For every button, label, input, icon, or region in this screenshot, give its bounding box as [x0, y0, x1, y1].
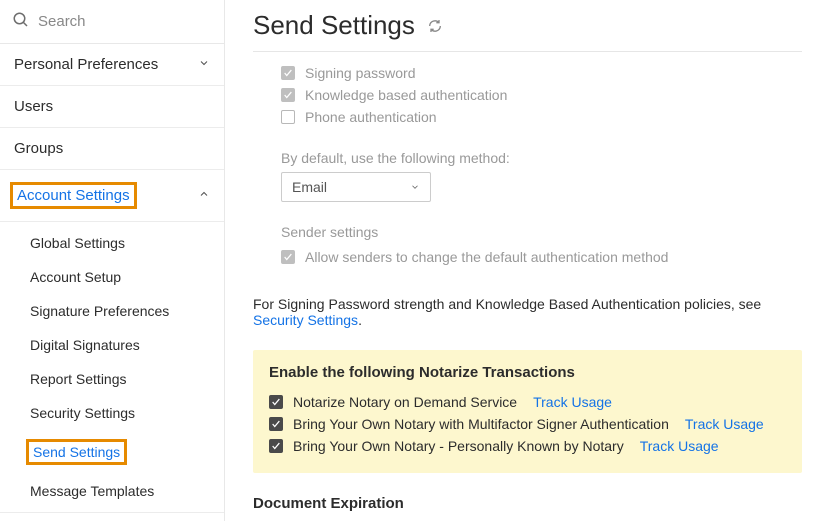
track-usage-link-3[interactable]: Track Usage [640, 438, 719, 454]
search-icon [12, 11, 30, 32]
phone-auth-row: Phone authentication [281, 106, 802, 128]
notarize-opt3-checkbox[interactable] [269, 439, 283, 453]
notarize-opt2-checkbox[interactable] [269, 417, 283, 431]
signing-password-checkbox[interactable] [281, 66, 295, 80]
phone-auth-checkbox[interactable] [281, 110, 295, 124]
kba-label: Knowledge based authentication [305, 87, 507, 103]
sidebar-subitem-report-settings[interactable]: Report Settings [0, 362, 224, 396]
sidebar-subitem-global-settings[interactable]: Global Settings [0, 226, 224, 260]
sidebar-subitem-message-templates[interactable]: Message Templates [0, 474, 224, 508]
main-content: Send Settings Signing password Knowledge… [225, 0, 830, 521]
sidebar-item-users[interactable]: Users [0, 86, 224, 128]
document-expiration-heading: Document Expiration [253, 495, 802, 512]
sidebar-subitem-account-setup[interactable]: Account Setup [0, 260, 224, 294]
auth-methods-section: Signing password Knowledge based authent… [253, 62, 802, 268]
chevron-down-icon [410, 179, 420, 195]
sidebar-item-personal-preferences[interactable]: Personal Preferences [0, 44, 224, 86]
notarize-opt1-checkbox[interactable] [269, 395, 283, 409]
allow-senders-checkbox[interactable] [281, 250, 295, 264]
notarize-heading: Enable the following Notarize Transactio… [269, 364, 786, 381]
notarize-opt1-label: Notarize Notary on Demand Service [293, 394, 517, 410]
allow-senders-label: Allow senders to change the default auth… [305, 249, 668, 265]
track-usage-link-1[interactable]: Track Usage [533, 394, 612, 410]
sender-settings-label: Sender settings [281, 224, 802, 240]
sidebar-subitem-digital-signatures[interactable]: Digital Signatures [0, 328, 224, 362]
default-method-select[interactable]: Email [281, 172, 431, 202]
sidebar-item-groups[interactable]: Groups [0, 128, 224, 170]
notarize-transactions-block: Enable the following Notarize Transactio… [253, 350, 802, 473]
sidebar-item-account-settings[interactable]: Account Settings [0, 170, 224, 222]
sidebar-label-groups: Groups [14, 140, 63, 157]
notarize-opt1-row: Notarize Notary on Demand Service Track … [269, 391, 786, 413]
page-title-row: Send Settings [253, 10, 802, 52]
chevron-down-icon [198, 56, 210, 73]
refresh-icon[interactable] [427, 10, 443, 41]
notarize-opt3-label: Bring Your Own Notary - Personally Known… [293, 438, 624, 454]
allow-senders-row: Allow senders to change the default auth… [281, 246, 802, 268]
default-method-label: By default, use the following method: [281, 150, 802, 166]
search-input[interactable] [38, 13, 188, 30]
sidebar: Personal Preferences Users Groups Accoun… [0, 0, 225, 521]
sidebar-subitem-signature-preferences[interactable]: Signature Preferences [0, 294, 224, 328]
signing-password-label: Signing password [305, 65, 416, 81]
policy-prefix: For Signing Password strength and Knowle… [253, 296, 761, 312]
default-method-value: Email [292, 179, 327, 195]
sidebar-label-users: Users [14, 98, 53, 115]
notarize-opt3-row: Bring Your Own Notary - Personally Known… [269, 435, 786, 457]
account-settings-subitems: Global Settings Account Setup Signature … [0, 222, 224, 513]
track-usage-link-2[interactable]: Track Usage [685, 416, 764, 432]
phone-auth-label: Phone authentication [305, 109, 437, 125]
signing-password-row: Signing password [281, 62, 802, 84]
sidebar-subitem-send-settings[interactable]: Send Settings [0, 430, 224, 474]
page-title: Send Settings [253, 10, 415, 41]
kba-row: Knowledge based authentication [281, 84, 802, 106]
kba-checkbox[interactable] [281, 88, 295, 102]
sidebar-label-personal-preferences: Personal Preferences [14, 56, 158, 73]
sidebar-subitem-security-settings[interactable]: Security Settings [0, 396, 224, 430]
notarize-opt2-row: Bring Your Own Notary with Multifactor S… [269, 413, 786, 435]
search-row [0, 0, 224, 44]
sidebar-label-account-settings: Account Settings [10, 182, 137, 209]
sidebar-subitem-send-settings-label: Send Settings [26, 439, 127, 465]
security-settings-link[interactable]: Security Settings [253, 312, 358, 328]
policy-note: For Signing Password strength and Knowle… [253, 296, 802, 328]
notarize-opt2-label: Bring Your Own Notary with Multifactor S… [293, 416, 669, 432]
chevron-up-icon [198, 187, 210, 204]
